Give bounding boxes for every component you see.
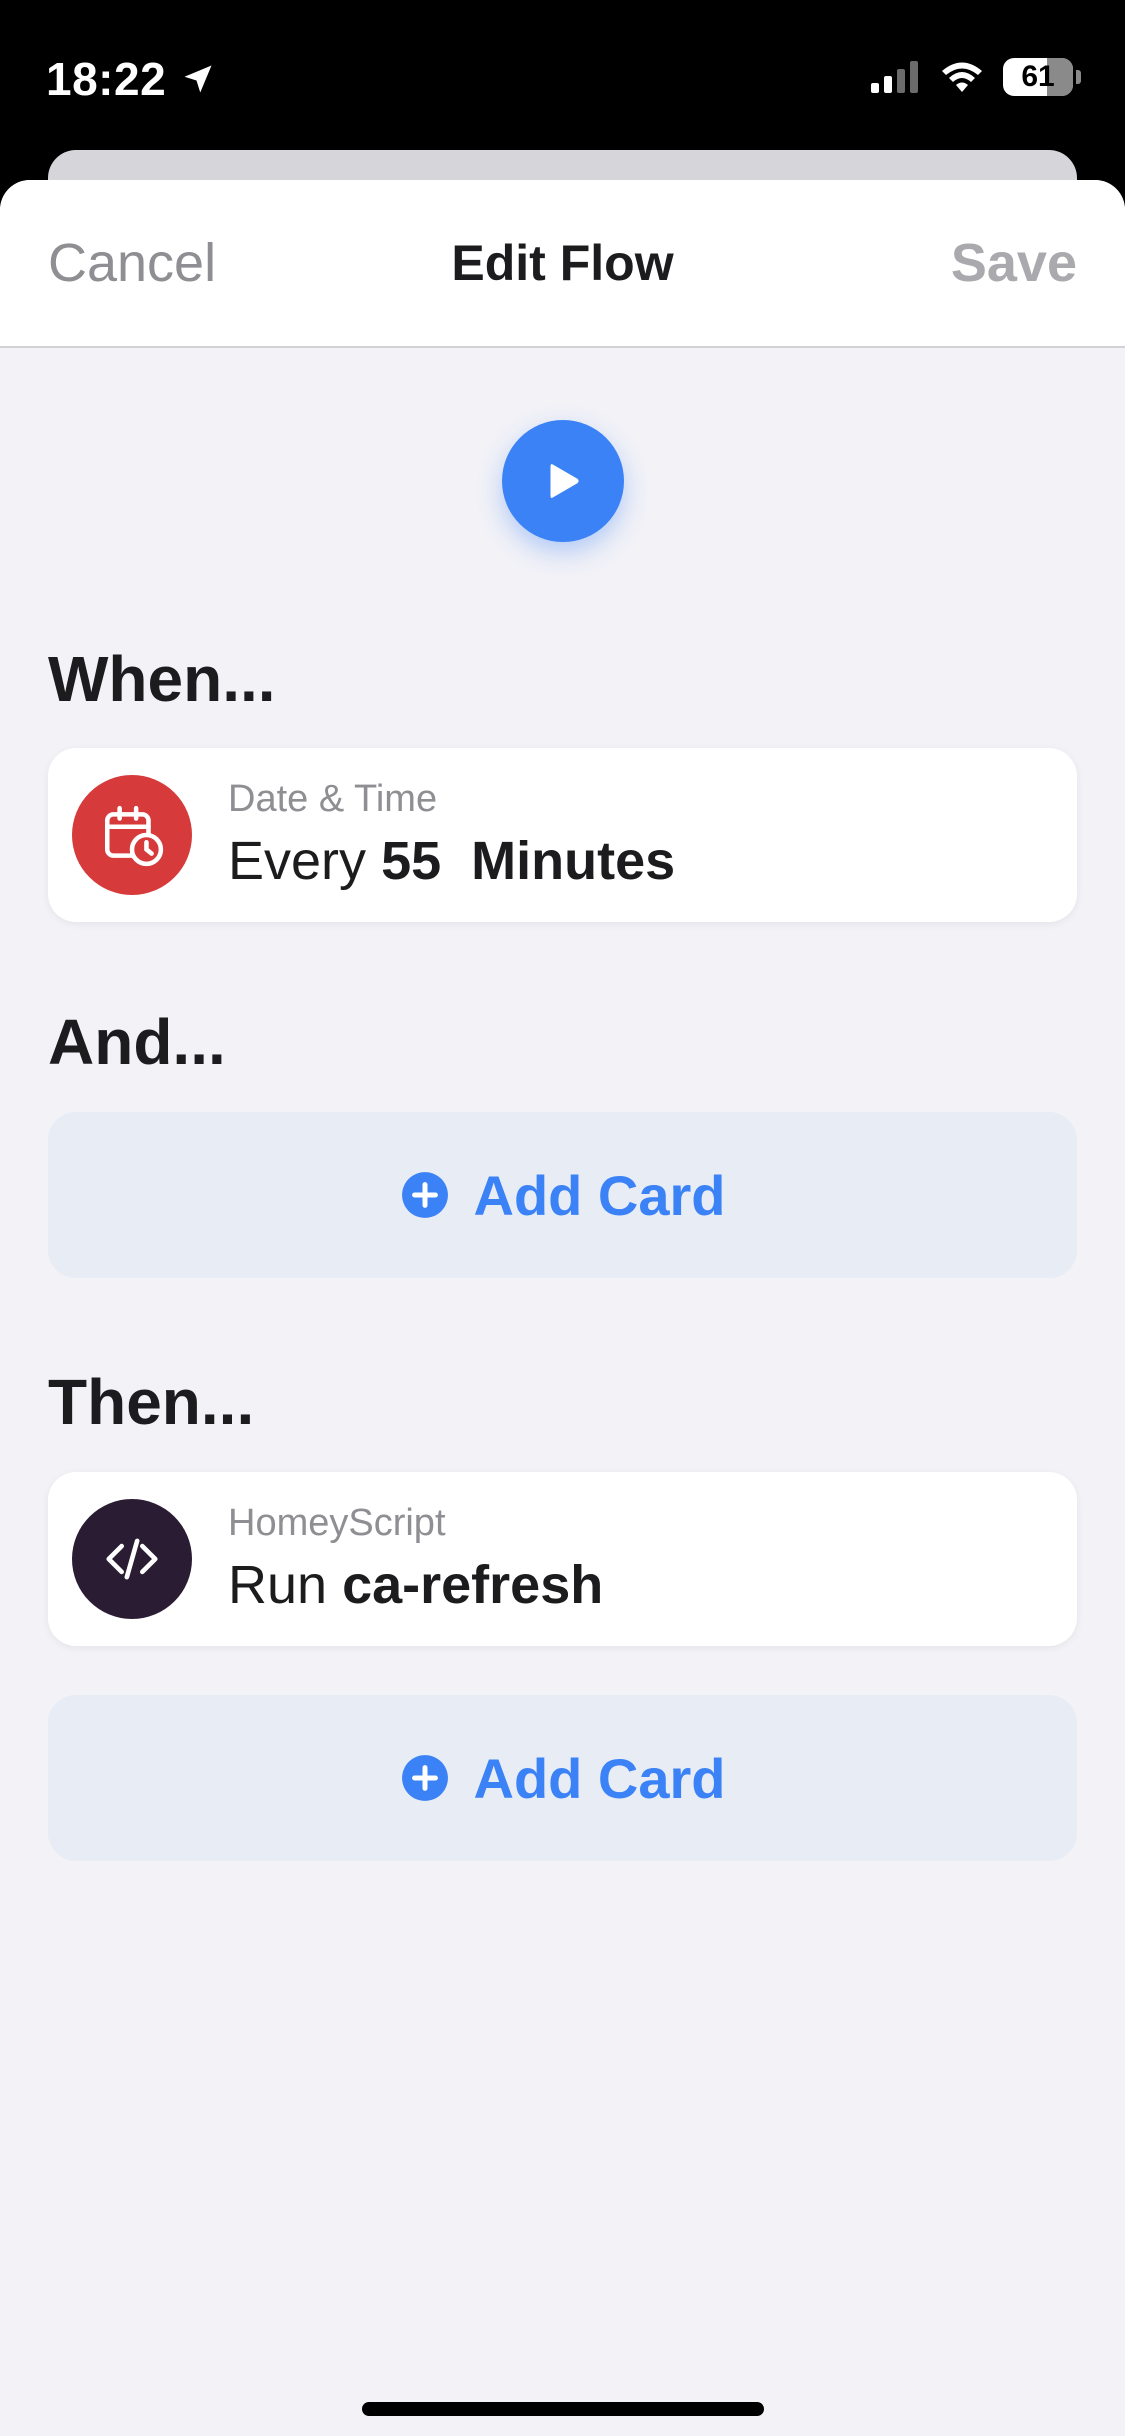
home-indicator[interactable] <box>362 2402 764 2416</box>
add-card-label: Add Card <box>473 1746 726 1810</box>
play-icon <box>550 464 579 498</box>
then-card-prefix: Run <box>228 1555 328 1615</box>
test-flow-button[interactable] <box>502 420 624 542</box>
battery-level: 61 <box>1021 60 1055 93</box>
when-card-prefix: Every <box>228 831 367 891</box>
then-card-value[interactable]: ca-refresh <box>342 1555 603 1615</box>
status-bar: 18:22 61 <box>0 0 1125 150</box>
plus-circle-icon <box>401 1755 448 1801</box>
then-card-text: Run ca-refresh <box>228 1554 603 1616</box>
then-card-category: HomeyScript <box>228 1502 446 1544</box>
plus-circle-icon <box>401 1172 448 1218</box>
then-card[interactable]: HomeyScript Run ca-refresh <box>48 1472 1077 1646</box>
add-action-card-button[interactable]: Add Card <box>48 1695 1077 1861</box>
when-card-text: Every 55 Minutes <box>228 830 675 892</box>
and-heading: And... <box>48 1006 226 1078</box>
wifi-icon <box>942 62 982 92</box>
code-icon <box>72 1499 192 1619</box>
when-card[interactable]: Date & Time Every 55 Minutes <box>48 748 1077 922</box>
location-arrow-icon <box>184 65 212 93</box>
save-button[interactable]: Save <box>951 232 1077 294</box>
status-time: 18:22 <box>46 52 216 106</box>
add-condition-card-button[interactable]: Add Card <box>48 1112 1077 1278</box>
cellular-signal-icon <box>871 61 918 93</box>
when-card-category: Date & Time <box>228 778 438 820</box>
then-heading: Then... <box>48 1366 255 1438</box>
when-card-value[interactable]: 55 <box>381 831 441 891</box>
status-time-text: 18:22 <box>46 53 167 105</box>
nav-bar: Cancel Edit Flow Save <box>0 180 1125 348</box>
status-icons: 61 <box>871 58 1081 96</box>
calendar-clock-icon <box>72 775 192 895</box>
add-card-label: Add Card <box>473 1163 726 1227</box>
when-heading: When... <box>48 643 276 715</box>
when-card-unit[interactable]: Minutes <box>471 831 675 891</box>
edit-flow-sheet: Cancel Edit Flow Save When... Date & Tim… <box>0 180 1125 2436</box>
battery-indicator: 61 <box>1003 58 1081 96</box>
battery-icon: 61 <box>1003 58 1073 96</box>
